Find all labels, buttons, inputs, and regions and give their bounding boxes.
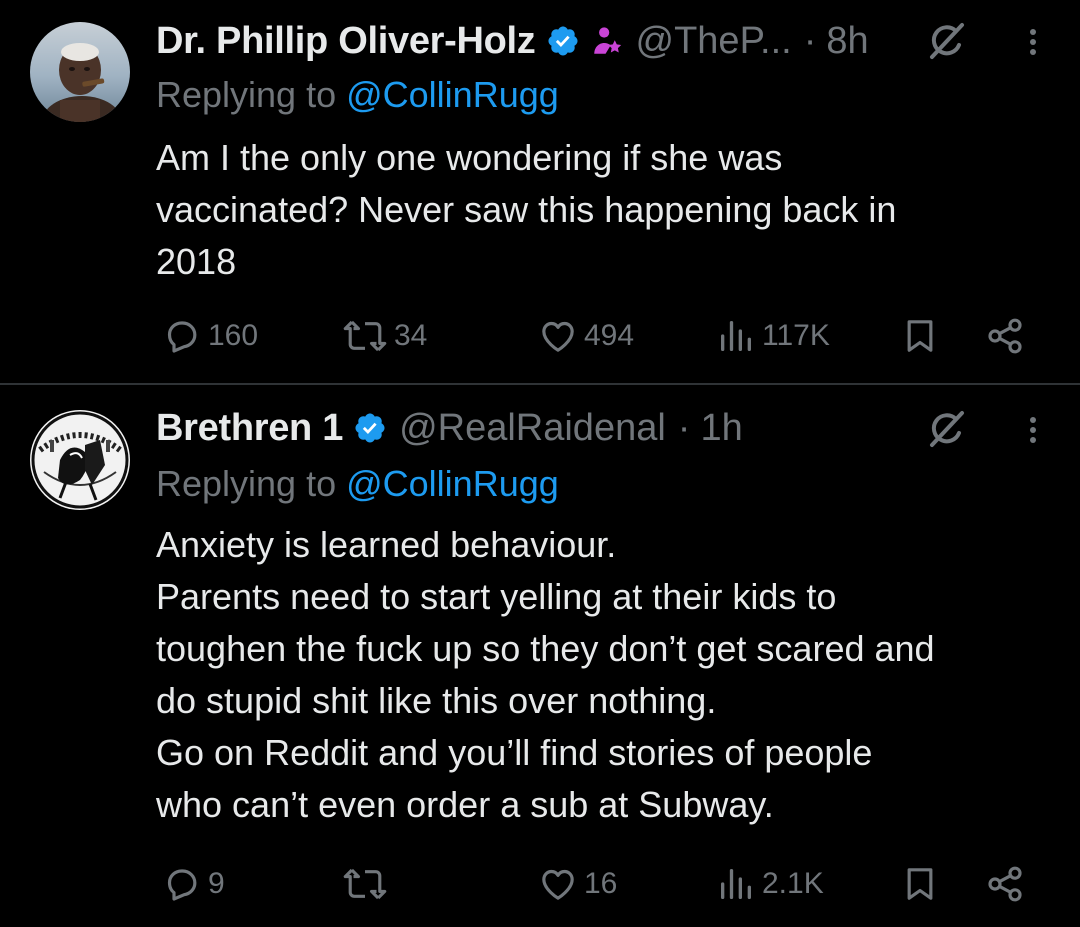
views-icon xyxy=(721,321,751,351)
grok-icon[interactable] xyxy=(926,21,966,61)
tweet[interactable]: Brethren 1 @RealRaidenal · 1h Replying t… xyxy=(0,385,1080,927)
reply-mention-link[interactable]: @CollinRugg xyxy=(346,463,559,504)
like-count: 494 xyxy=(584,319,635,352)
repost-button[interactable]: 34 xyxy=(342,311,427,361)
repost-button[interactable] xyxy=(342,859,394,909)
more-options-icon[interactable] xyxy=(1018,22,1048,62)
bookmark-button[interactable] xyxy=(900,311,940,361)
verified-badge-icon[interactable] xyxy=(353,411,387,445)
tweet-text-line: Go on Reddit and you’ll find stories of … xyxy=(156,732,873,773)
replying-to: Replying to @CollinRugg xyxy=(156,463,559,505)
verified-badge-icon[interactable] xyxy=(546,24,580,58)
tweet-text-line: toughen the fuck up so they don’t get sc… xyxy=(156,628,935,669)
bookmark-icon xyxy=(907,868,933,900)
like-button[interactable]: 16 xyxy=(538,859,617,909)
more-options-icon[interactable] xyxy=(1018,410,1048,450)
tweet-text-line: who can’t even order a sub at Subway. xyxy=(156,784,774,825)
tweet-header: Brethren 1 @RealRaidenal · 1h xyxy=(156,405,743,451)
tweet-header: Dr. Phillip Oliver-Holz @TheP... · 8h xyxy=(156,18,869,64)
like-button[interactable]: 494 xyxy=(538,311,634,361)
share-button[interactable] xyxy=(984,859,1026,909)
reply-count: 160 xyxy=(208,319,259,352)
share-icon xyxy=(988,318,1022,354)
replying-to-label: Replying to xyxy=(156,74,347,115)
bookmark-icon xyxy=(907,320,933,352)
share-icon xyxy=(988,866,1022,902)
tweet-text-line: do stupid shit like this over nothing. xyxy=(156,680,717,721)
separator-dot: · xyxy=(803,19,817,62)
grok-icon[interactable] xyxy=(926,409,966,449)
tweet-text: Am I the only one wondering if she was v… xyxy=(156,132,1056,288)
tweet-text-line: vaccinated? Never saw this happening bac… xyxy=(156,189,897,230)
reply-icon xyxy=(167,321,197,353)
bookmark-button[interactable] xyxy=(900,859,940,909)
avatar[interactable] xyxy=(30,410,130,510)
timestamp[interactable]: 8h xyxy=(826,20,868,63)
tweet-text-line: Parents need to start yelling at their k… xyxy=(156,576,837,617)
heart-icon xyxy=(542,869,574,900)
views-count: 117K xyxy=(762,319,830,352)
repost-icon xyxy=(343,320,387,352)
affiliation-icon[interactable] xyxy=(590,24,624,58)
like-count: 16 xyxy=(584,867,618,900)
repost-icon xyxy=(343,868,387,900)
author-name[interactable]: Dr. Phillip Oliver-Holz xyxy=(156,20,536,63)
share-button[interactable] xyxy=(984,311,1026,361)
tweet[interactable]: Dr. Phillip Oliver-Holz @TheP... · 8h Re… xyxy=(0,0,1080,384)
tweet-text-line: 2018 xyxy=(156,241,237,282)
tweet-text-line: Am I the only one wondering if she was xyxy=(156,137,783,178)
views-button[interactable]: 2.1K xyxy=(716,859,824,909)
avatar-image xyxy=(30,22,130,122)
reply-mention-link[interactable]: @CollinRugg xyxy=(346,74,559,115)
tweet-actions: 9 16 2.1K xyxy=(0,859,1080,909)
author-handle[interactable]: @RealRaidenal xyxy=(399,407,666,450)
separator-dot: · xyxy=(677,406,691,449)
views-icon xyxy=(721,869,751,899)
avatar-image xyxy=(30,410,130,510)
replying-to-label: Replying to xyxy=(156,463,347,504)
timestamp[interactable]: 1h xyxy=(700,407,742,450)
tweet-text-line: Anxiety is learned behaviour. xyxy=(156,524,617,565)
avatar[interactable] xyxy=(30,22,130,122)
reply-button[interactable]: 9 xyxy=(162,859,225,909)
author-name[interactable]: Brethren 1 xyxy=(156,407,343,450)
reply-icon xyxy=(167,869,197,901)
heart-icon xyxy=(542,321,574,352)
views-button[interactable]: 117K xyxy=(716,311,830,361)
author-handle[interactable]: @TheP... xyxy=(636,20,792,63)
views-count: 2.1K xyxy=(762,867,824,900)
tweet-actions: 160 34 494 117K xyxy=(0,311,1080,361)
tweet-text: Anxiety is learned behaviour. Parents ne… xyxy=(156,519,1056,831)
replying-to: Replying to @CollinRugg xyxy=(156,74,559,116)
reply-count: 9 xyxy=(208,867,225,900)
repost-count: 34 xyxy=(394,319,428,352)
reply-button[interactable]: 160 xyxy=(162,311,258,361)
